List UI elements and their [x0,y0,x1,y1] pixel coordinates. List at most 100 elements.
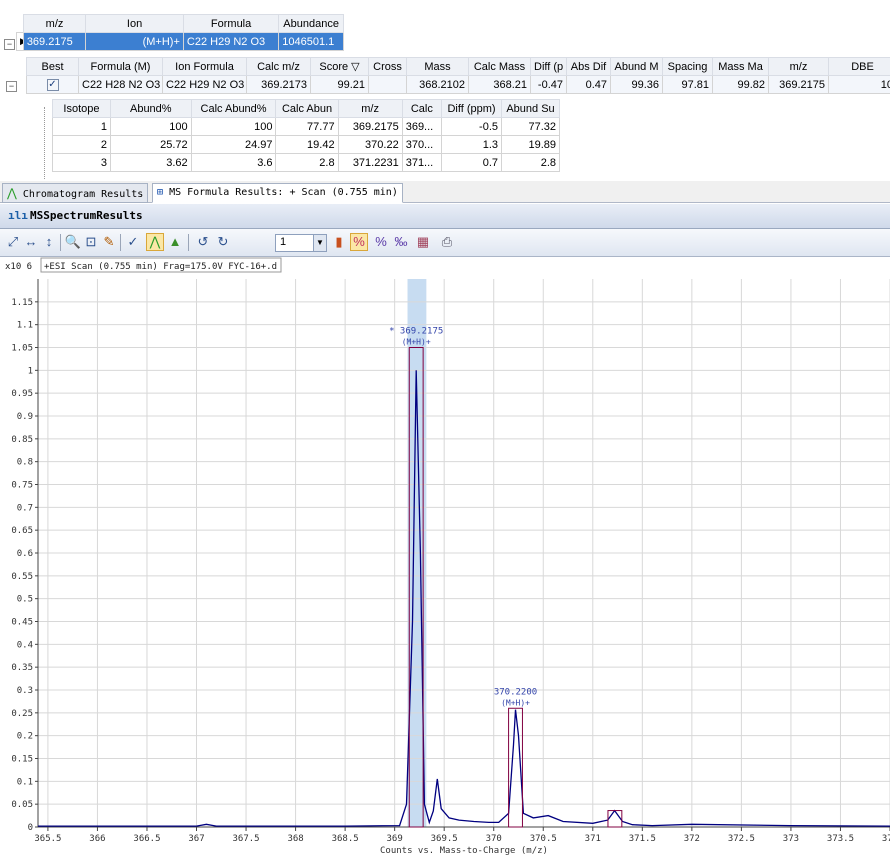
col-abund-match[interactable]: Abund M [610,57,663,76]
cell-formula[interactable]: C22 H29 N2 O3 [182,32,280,51]
cell-calc-abund-pct[interactable]: 3.6 [190,153,277,172]
col-abundance[interactable]: Abundance [278,14,344,33]
cell-abund-match[interactable]: 99.36 [610,75,663,94]
autoscale-x-icon[interactable]: ↔ [22,233,40,251]
chevron-down-icon[interactable]: ▼ [313,235,326,251]
cell-diff-ppm[interactable]: 1.3 [441,135,503,154]
best-checkbox[interactable]: ✓ [46,79,59,91]
cell-calc[interactable]: 370... [401,135,443,154]
triangle-peaks-icon[interactable]: ▲ [166,233,184,251]
zoom-y-icon[interactable]: ⊡ [82,233,100,251]
integrate-icon[interactable]: ✓ [124,233,142,251]
table-row[interactable]: 2 25.72 24.97 19.42 370.22 370... 1.3 19… [52,135,560,154]
print-icon[interactable]: ⎙ [438,233,456,251]
cell-formula-m[interactable]: C22 H28 N2 O3 [78,75,163,94]
col-calc-abund-pct[interactable]: Calc Abund% [190,99,277,118]
col-calc[interactable]: Calc [401,99,443,118]
cell-calc-mass[interactable]: 368.21 [468,75,531,94]
cell-abundance[interactable]: 1046501.1 [278,32,344,51]
autoscale-xy-icon[interactable]: ⤢ [4,233,22,251]
peak-label-icon[interactable]: ✎ [100,233,118,251]
cell-cross[interactable] [368,75,407,94]
col-formula[interactable]: Formula [182,14,280,33]
col-formula-m[interactable]: Formula (M) [78,57,163,76]
col-spacing[interactable]: Spacing [662,57,713,76]
col-abund-sum[interactable]: Abund Su [501,99,560,118]
cell-calc-abun[interactable]: 77.77 [275,117,339,136]
cell-iso-mz[interactable]: 370.22 [337,135,403,154]
cell-iso-mz[interactable]: 371.2231 [337,153,403,172]
percent-mode-icon[interactable]: % [350,233,368,251]
col-mass[interactable]: Mass [406,57,469,76]
col-calc-mz[interactable]: Calc m/z [246,57,311,76]
col-diff[interactable]: Diff (p [530,57,567,76]
col-iso-mz[interactable]: m/z [337,99,403,118]
cell-abund-pct[interactable]: 3.62 [109,153,192,172]
table-row[interactable]: 3 3.62 3.6 2.8 371.2231 371... 0.7 2.8 [52,153,560,172]
table-row[interactable]: ▶ 369.2175 (M+H)+ C22 H29 N2 O3 1046501.… [16,32,344,51]
cell-iso-mz[interactable]: 369.2175 [337,117,403,136]
cell-abund-pct[interactable]: 100 [109,117,192,136]
cell-calc-abun[interactable]: 2.8 [275,153,339,172]
cell-mass-match[interactable]: 99.82 [712,75,769,94]
col-diff-ppm[interactable]: Diff (ppm) [441,99,503,118]
cell-calc-mz[interactable]: 369.2173 [246,75,311,94]
cell-calc[interactable]: 369... [401,117,443,136]
page-spinner[interactable]: 1 ▼ [275,234,327,252]
col-calc-mass[interactable]: Calc Mass [468,57,531,76]
cell-abund-sum[interactable]: 19.89 [501,135,560,154]
cell-abs-diff[interactable]: 0.47 [566,75,611,94]
mass-spectrum-chart[interactable]: x10 6 +ESI Scan (0.755 min) Frag=175.0V F… [0,257,890,859]
cell-calc-abund-pct[interactable]: 24.97 [190,135,277,154]
col-best[interactable]: Best [26,57,79,76]
tab-chromatogram-results[interactable]: ⋀ Chromatogram Results [2,183,149,203]
col-ion[interactable]: Ion [85,14,184,33]
col-mz-2[interactable]: m/z [768,57,829,76]
cell-mass[interactable]: 368.2102 [406,75,469,94]
col-abs-diff[interactable]: Abs Dif [566,57,611,76]
col-mz[interactable]: m/z [22,14,87,33]
cell-ion-formula[interactable]: C22 H29 N2 O3 [162,75,247,94]
cell-isotope[interactable]: 1 [52,117,111,136]
cell-abund-sum[interactable]: 77.32 [501,117,560,136]
zoom-out-icon[interactable]: 🔍 [64,233,82,251]
redo-icon[interactable]: ↻ [214,233,232,251]
cell-diff-ppm[interactable]: -0.5 [441,117,503,136]
undo-icon[interactable]: ↺ [194,233,212,251]
col-mass-match[interactable]: Mass Ma [712,57,769,76]
autoscale-y-icon[interactable]: ↕ [40,233,58,251]
col-cross[interactable]: Cross [368,57,407,76]
y-tick-label: 0.95 [11,389,33,399]
table-export-icon[interactable]: ▦ [414,233,432,251]
mountain-view-icon[interactable]: ⋀ [146,233,164,251]
table-row[interactable]: 1 100 100 77.77 369.2175 369... -0.5 77.… [52,117,560,136]
percent-normalize-icon[interactable]: ‰ [392,233,410,251]
col-abund-pct[interactable]: Abund% [109,99,192,118]
cell-ion[interactable]: (M+H)+ [85,32,184,51]
cell-dbe[interactable]: 10 [828,75,890,94]
cell-score[interactable]: 99.21 [310,75,369,94]
cell-abund-sum[interactable]: 2.8 [501,153,560,172]
col-ion-formula[interactable]: Ion Formula [162,57,247,76]
cell-diff[interactable]: -0.47 [530,75,567,94]
cell-calc-abund-pct[interactable]: 100 [190,117,277,136]
cell-mz[interactable]: 369.2175 [22,32,87,51]
cell-calc[interactable]: 371... [401,153,443,172]
cell-spacing[interactable]: 97.81 [662,75,713,94]
cell-calc-abun[interactable]: 19.42 [275,135,339,154]
col-score[interactable]: Score ▽ [310,57,369,76]
bar-spectrum-icon[interactable]: ▮ [330,233,348,251]
cell-isotope[interactable]: 3 [52,153,111,172]
col-calc-abun[interactable]: Calc Abun [275,99,339,118]
results-expander[interactable]: − [6,81,17,92]
cell-isotope[interactable]: 2 [52,135,111,154]
col-isotope[interactable]: Isotope [52,99,111,118]
col-dbe[interactable]: DBE [828,57,890,76]
formula-expander[interactable]: − [4,39,15,50]
cell-abund-pct[interactable]: 25.72 [109,135,192,154]
percent-icon[interactable]: % [372,233,390,251]
cell-diff-ppm[interactable]: 0.7 [441,153,503,172]
table-row[interactable]: ✓ C22 H28 N2 O3 C22 H29 N2 O3 369.2173 9… [26,75,890,94]
tab-ms-formula-results[interactable]: ⊞ MS Formula Results: + Scan (0.755 min) [152,183,403,203]
cell-mz-2[interactable]: 369.2175 [768,75,829,94]
